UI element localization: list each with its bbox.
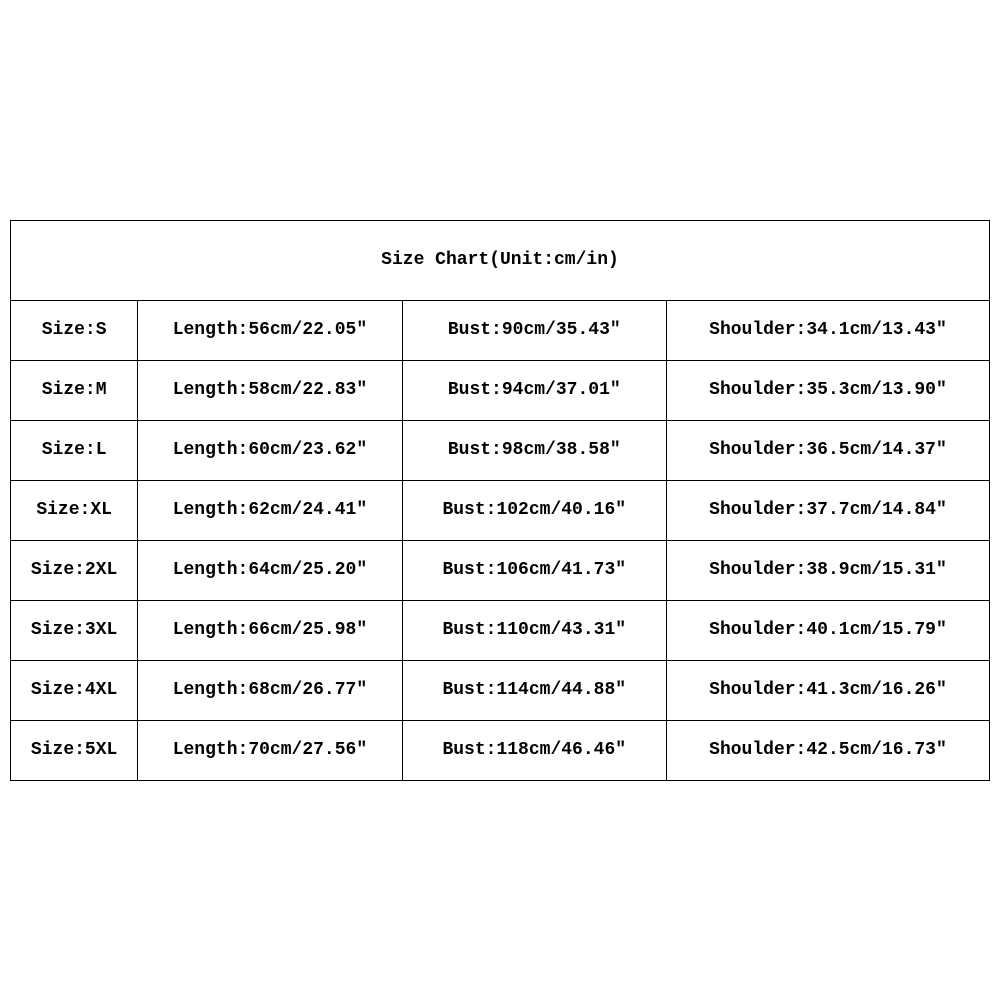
cell-shoulder: Shoulder:35.3cm/13.90″ (666, 360, 989, 420)
cell-size: Size:4XL (11, 660, 138, 720)
cell-size: Size:2XL (11, 540, 138, 600)
cell-size: Size:3XL (11, 600, 138, 660)
cell-size: Size:L (11, 420, 138, 480)
cell-length: Length:60cm/23.62″ (138, 420, 402, 480)
cell-size: Size:5XL (11, 720, 138, 780)
cell-bust: Bust:106cm/41.73″ (402, 540, 666, 600)
size-chart-table: Size Chart(Unit:cm/in) Size:S Length:56c… (10, 220, 990, 781)
table-row: Size:M Length:58cm/22.83″ Bust:94cm/37.0… (11, 360, 990, 420)
table-row: Size:XL Length:62cm/24.41″ Bust:102cm/40… (11, 480, 990, 540)
cell-bust: Bust:102cm/40.16″ (402, 480, 666, 540)
cell-bust: Bust:110cm/43.31″ (402, 600, 666, 660)
cell-shoulder: Shoulder:42.5cm/16.73″ (666, 720, 989, 780)
table-row: Size:5XL Length:70cm/27.56″ Bust:118cm/4… (11, 720, 990, 780)
cell-bust: Bust:114cm/44.88″ (402, 660, 666, 720)
cell-bust: Bust:90cm/35.43″ (402, 300, 666, 360)
table-title: Size Chart(Unit:cm/in) (11, 220, 990, 300)
cell-bust: Bust:118cm/46.46″ (402, 720, 666, 780)
table-row: Size:2XL Length:64cm/25.20″ Bust:106cm/4… (11, 540, 990, 600)
cell-shoulder: Shoulder:37.7cm/14.84″ (666, 480, 989, 540)
table-row: Size:L Length:60cm/23.62″ Bust:98cm/38.5… (11, 420, 990, 480)
table-row: Size:4XL Length:68cm/26.77″ Bust:114cm/4… (11, 660, 990, 720)
cell-bust: Bust:94cm/37.01″ (402, 360, 666, 420)
cell-length: Length:64cm/25.20″ (138, 540, 402, 600)
cell-size: Size:S (11, 300, 138, 360)
cell-size: Size:XL (11, 480, 138, 540)
cell-length: Length:56cm/22.05″ (138, 300, 402, 360)
cell-bust: Bust:98cm/38.58″ (402, 420, 666, 480)
cell-length: Length:62cm/24.41″ (138, 480, 402, 540)
cell-shoulder: Shoulder:38.9cm/15.31″ (666, 540, 989, 600)
size-chart-container: Size Chart(Unit:cm/in) Size:S Length:56c… (10, 220, 990, 781)
cell-shoulder: Shoulder:40.1cm/15.79″ (666, 600, 989, 660)
table-row: Size:S Length:56cm/22.05″ Bust:90cm/35.4… (11, 300, 990, 360)
cell-size: Size:M (11, 360, 138, 420)
cell-length: Length:66cm/25.98″ (138, 600, 402, 660)
table-row: Size:3XL Length:66cm/25.98″ Bust:110cm/4… (11, 600, 990, 660)
table-title-row: Size Chart(Unit:cm/in) (11, 220, 990, 300)
cell-shoulder: Shoulder:41.3cm/16.26″ (666, 660, 989, 720)
cell-shoulder: Shoulder:36.5cm/14.37″ (666, 420, 989, 480)
cell-length: Length:68cm/26.77″ (138, 660, 402, 720)
cell-length: Length:70cm/27.56″ (138, 720, 402, 780)
cell-shoulder: Shoulder:34.1cm/13.43″ (666, 300, 989, 360)
cell-length: Length:58cm/22.83″ (138, 360, 402, 420)
